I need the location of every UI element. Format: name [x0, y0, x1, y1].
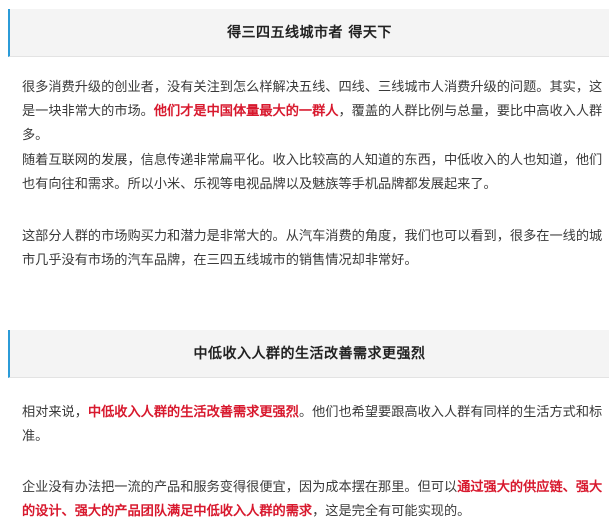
paragraph-2-text: 随着互联网的发展，信息传递非常扁平化。收入比较高的人知道的东西，中低收入的人也知…	[22, 153, 603, 192]
paragraph-4: 相对来说，中低收入人群的生活改善需求更强烈。他们也希望要跟高收入人群有同样的生活…	[22, 401, 607, 449]
section-title-1: 得三四五线城市者 得天下	[227, 25, 392, 41]
paragraph-1: 很多消费升级的创业者，没有关注到怎么样解决五线、四线、三线城市人消费升级的问题。…	[22, 76, 607, 148]
paragraph-4-text-a: 相对来说，	[22, 405, 88, 420]
section-header-1: 得三四五线城市者 得天下	[8, 9, 609, 57]
paragraph-5-text-b: ，这是完全有可能实现的。	[312, 504, 471, 519]
paragraph-1-highlight: 他们才是中国体量最大的一群人	[153, 104, 339, 119]
paragraph-5-text-a: 企业没有办法把一流的产品和服务变得很便宜，因为成本摆在那里。但可以	[22, 480, 458, 495]
paragraph-5: 企业没有办法把一流的产品和服务变得很便宜，因为成本摆在那里。但可以通过强大的供应…	[22, 476, 607, 524]
paragraph-4-highlight: 中低收入人群的生活改善需求更强烈	[87, 405, 299, 420]
paragraph-3: 这部分人群的市场购买力和潜力是非常大的。从汽车消费的角度，我们也可以看到，很多在…	[22, 225, 607, 273]
paragraph-3-text: 这部分人群的市场购买力和潜力是非常大的。从汽车消费的角度，我们也可以看到，很多在…	[22, 229, 603, 268]
section-title-2: 中低收入人群的生活改善需求更强烈	[193, 346, 426, 362]
section-header-2: 中低收入人群的生活改善需求更强烈	[8, 330, 609, 378]
paragraph-2: 随着互联网的发展，信息传递非常扁平化。收入比较高的人知道的东西，中低收入的人也知…	[22, 149, 607, 197]
